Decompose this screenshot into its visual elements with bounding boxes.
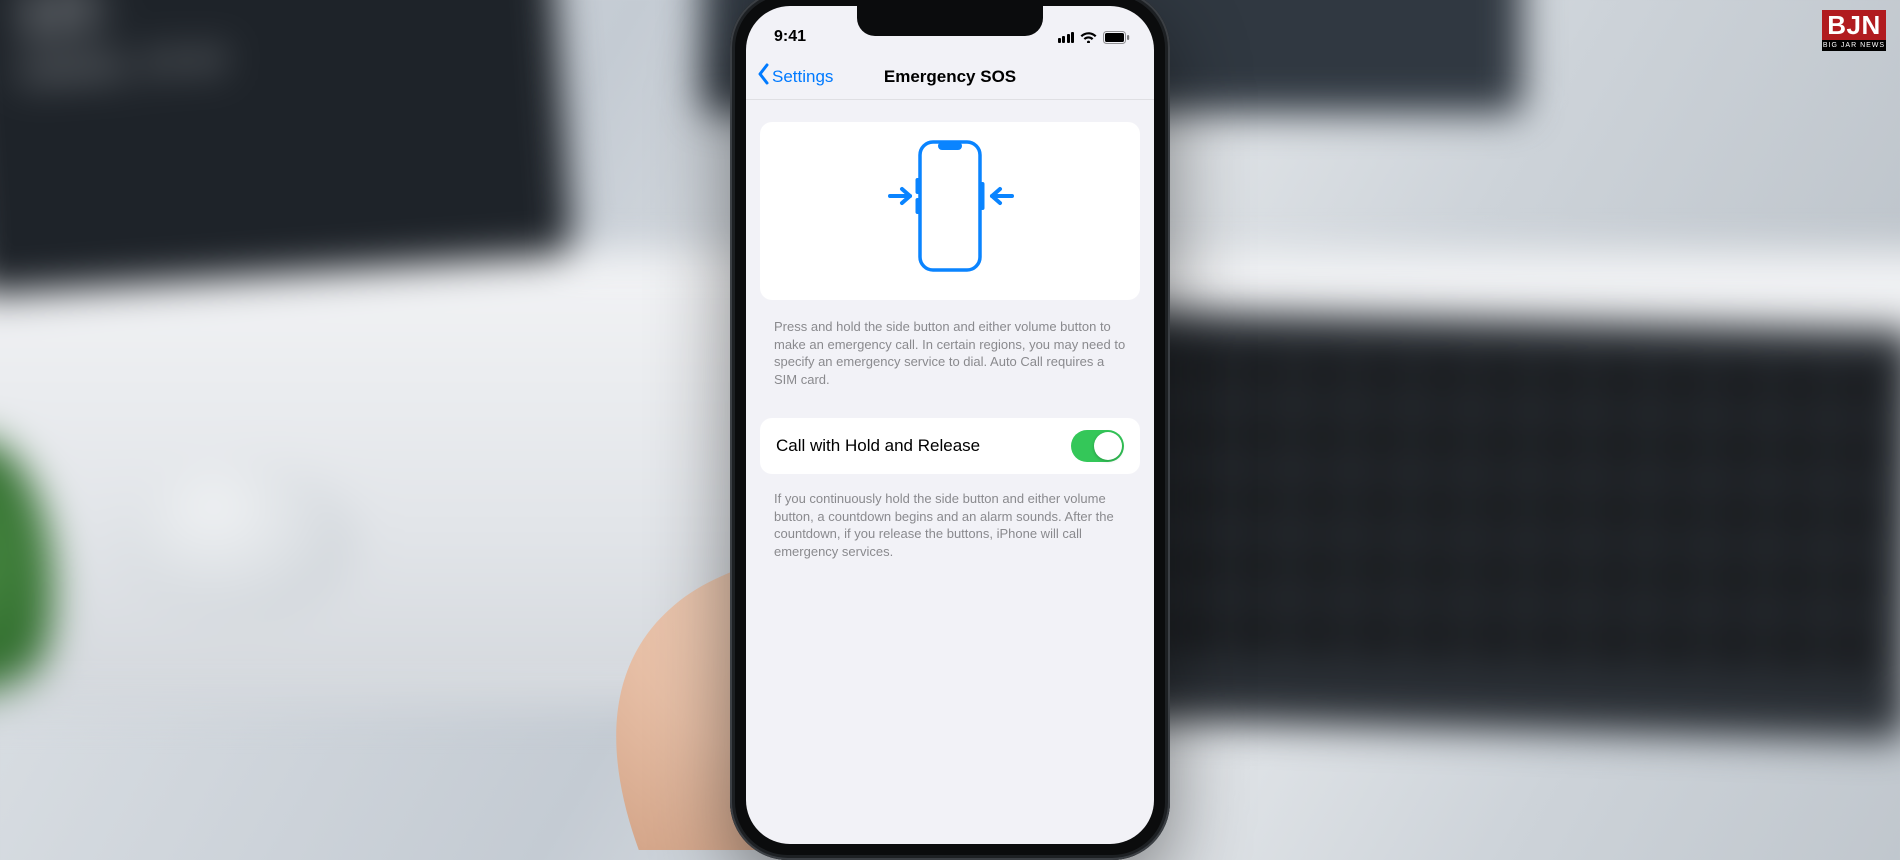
call-hold-release-label: Call with Hold and Release [776, 436, 980, 456]
cellular-signal-icon [1058, 31, 1075, 43]
call-hold-release-toggle[interactable] [1071, 430, 1124, 462]
sos-instructions-text: Press and hold the side button and eithe… [746, 310, 1154, 402]
call-hold-release-row[interactable]: Call with Hold and Release [760, 418, 1140, 474]
watermark-sub: BIG JAR NEWS [1822, 40, 1886, 51]
background-clock-text: 10: sobota, 14 wr [12, 0, 506, 259]
phone-device-frame: 9:41 Set [730, 0, 1170, 860]
call-hold-release-footer: If you continuously hold the side button… [746, 482, 1154, 574]
battery-icon [1103, 31, 1130, 44]
chevron-left-icon [756, 63, 770, 90]
phone-screen: 9:41 Set [746, 6, 1154, 844]
phone-notch [857, 6, 1043, 36]
back-button[interactable]: Settings [756, 63, 833, 90]
sos-illustration-card [760, 122, 1140, 300]
watermark-logo: BJN BIG JAR NEWS [1822, 10, 1886, 54]
wifi-icon [1080, 31, 1097, 43]
phone-side-buttons-icon [870, 134, 1030, 289]
watermark-main: BJN [1822, 10, 1886, 40]
status-time: 9:41 [774, 28, 806, 46]
back-label: Settings [772, 67, 833, 87]
nav-bar: Settings Emergency SOS [746, 54, 1154, 100]
